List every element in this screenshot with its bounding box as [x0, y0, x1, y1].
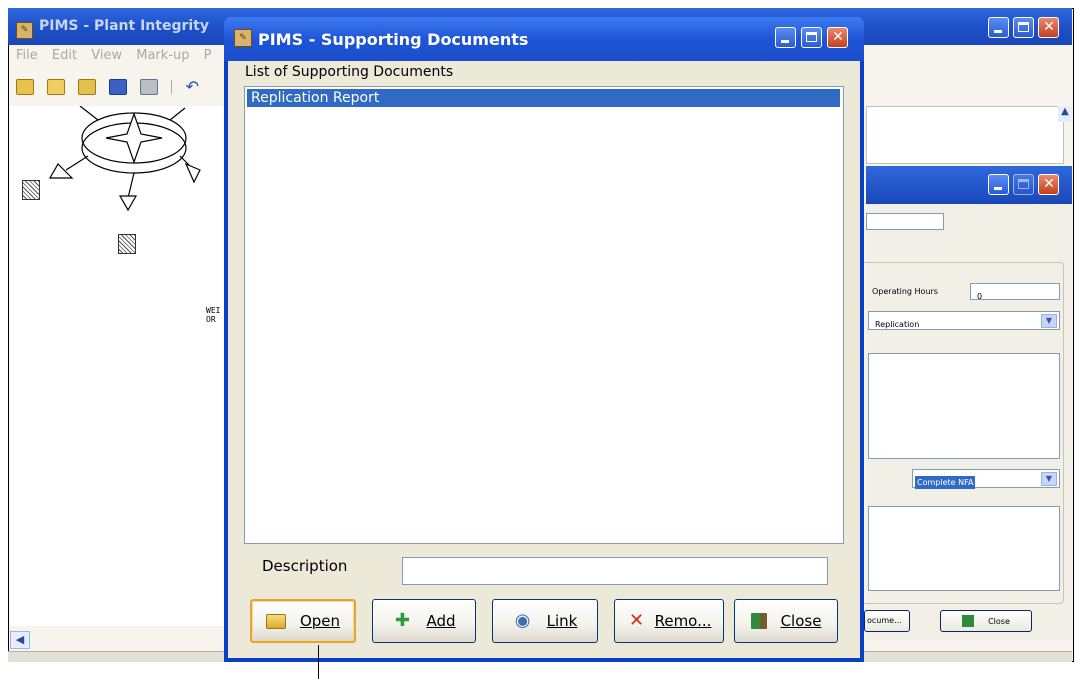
print-icon[interactable]	[140, 78, 159, 95]
open-button-label: Open	[299, 612, 341, 630]
link-button-label: Link	[546, 612, 578, 630]
folder-icon[interactable]	[78, 78, 97, 95]
minimize-icon	[994, 30, 1002, 33]
secondary-window-body: Operating Hours 0 Replication ▼ Complete…	[860, 204, 1072, 640]
exit-door-icon	[750, 613, 767, 629]
main-info-panel	[866, 106, 1064, 164]
documents-button-label: ocume...	[867, 616, 902, 625]
documents-list-caption: List of Supporting Documents	[245, 64, 454, 80]
globe-link-icon: ◉	[514, 610, 531, 631]
main-close-button[interactable]: ✕	[1038, 17, 1059, 38]
close-button[interactable]: Close	[734, 599, 838, 643]
menu-more[interactable]: P	[204, 48, 212, 63]
maximize-icon	[1018, 179, 1029, 189]
operating-hours-value: 0	[977, 292, 983, 301]
chevron-down-icon[interactable]: ▼	[1041, 472, 1057, 486]
open-folder-icon[interactable]	[47, 78, 66, 95]
link-button[interactable]: ◉ Link	[492, 599, 598, 643]
close-button-label: Close	[780, 612, 822, 630]
menu-markup[interactable]: Mark-up	[136, 48, 189, 63]
remove-button[interactable]: ✕ Remo...	[614, 599, 724, 643]
minimize-icon	[994, 187, 1002, 190]
scroll-up-button[interactable]: ▲	[1058, 106, 1072, 122]
secondary-notes-field[interactable]	[868, 506, 1060, 591]
status-select[interactable]: Complete NFA ▼	[912, 469, 1060, 489]
dialog-close-button[interactable]: ✕	[827, 27, 848, 48]
dialog-maximize-button[interactable]	[801, 27, 822, 48]
main-window-title-text: PIMS - Plant Integrity	[39, 18, 209, 34]
app-icon: ✎	[16, 22, 33, 39]
close-icon: ✕	[1043, 176, 1055, 192]
new-folder-icon[interactable]	[16, 78, 34, 95]
description-input[interactable]	[402, 557, 828, 585]
equipment-icon[interactable]	[118, 234, 136, 254]
dialog-title: PIMS - Supporting Documents	[258, 30, 529, 49]
drawing-canvas[interactable]: WEI OR	[10, 106, 225, 626]
main-minimize-button[interactable]	[988, 17, 1009, 38]
secondary-maximize-button	[1013, 174, 1034, 195]
main-menubar: File Edit View Mark-up P	[16, 48, 221, 66]
exit-door-icon	[962, 615, 975, 627]
open-button[interactable]: Open	[250, 599, 356, 643]
canvas-label: WEI OR	[206, 306, 220, 324]
documents-listbox[interactable]: Replication Report	[244, 86, 844, 544]
canvas-label-line: WEI	[206, 306, 221, 315]
menu-file[interactable]: File	[16, 48, 38, 63]
delete-x-icon: ✕	[629, 610, 645, 631]
add-button-label: Add	[426, 612, 456, 630]
maximize-icon	[806, 32, 817, 42]
main-maximize-button[interactable]	[1013, 17, 1034, 38]
scroll-left-button[interactable]: ◀	[10, 631, 30, 649]
plus-icon: ✚	[394, 610, 411, 631]
type-select[interactable]: Replication ▼	[868, 311, 1060, 330]
list-item[interactable]: Replication Report	[247, 89, 840, 107]
documents-button[interactable]: ocume...	[864, 610, 910, 632]
secondary-minimize-button[interactable]	[988, 174, 1009, 195]
description-label: Description	[262, 557, 348, 575]
maximize-icon	[1018, 22, 1029, 32]
operating-hours-field[interactable]: 0	[970, 283, 1060, 301]
add-button[interactable]: ✚ Add	[372, 599, 476, 643]
save-icon[interactable]	[109, 78, 128, 95]
menu-view[interactable]: View	[91, 48, 122, 63]
dialog-minimize-button[interactable]	[775, 27, 796, 48]
main-toolbar: ↶	[16, 76, 206, 100]
open-folder-icon	[265, 613, 286, 629]
chevron-down-icon[interactable]: ▼	[1041, 314, 1057, 328]
secondary-text-field[interactable]	[866, 213, 944, 230]
secondary-close-label: Close	[988, 616, 1010, 626]
close-icon: ✕	[832, 29, 844, 45]
dialog-app-icon: ✎	[234, 29, 252, 47]
type-select-value: Replication	[875, 320, 920, 329]
secondary-textarea[interactable]	[868, 353, 1060, 459]
callout-line	[318, 645, 319, 679]
secondary-close-action-button[interactable]: Close	[940, 610, 1032, 632]
minimize-icon	[781, 40, 789, 43]
menu-edit[interactable]: Edit	[52, 48, 77, 63]
secondary-close-button[interactable]: ✕	[1038, 174, 1059, 195]
close-icon: ✕	[1043, 19, 1055, 35]
status-select-value: Complete NFA	[915, 476, 976, 489]
remove-button-label: Remo...	[654, 612, 712, 630]
operating-hours-label: Operating Hours	[872, 287, 938, 296]
undo-icon[interactable]: ↶	[186, 78, 199, 94]
canvas-label-line: OR	[206, 315, 216, 324]
compass-drawing	[48, 106, 201, 212]
main-window-title: ✎ PIMS - Plant Integrity	[16, 18, 209, 39]
equipment-icon[interactable]	[22, 180, 40, 200]
toolbar-separator	[171, 79, 173, 94]
